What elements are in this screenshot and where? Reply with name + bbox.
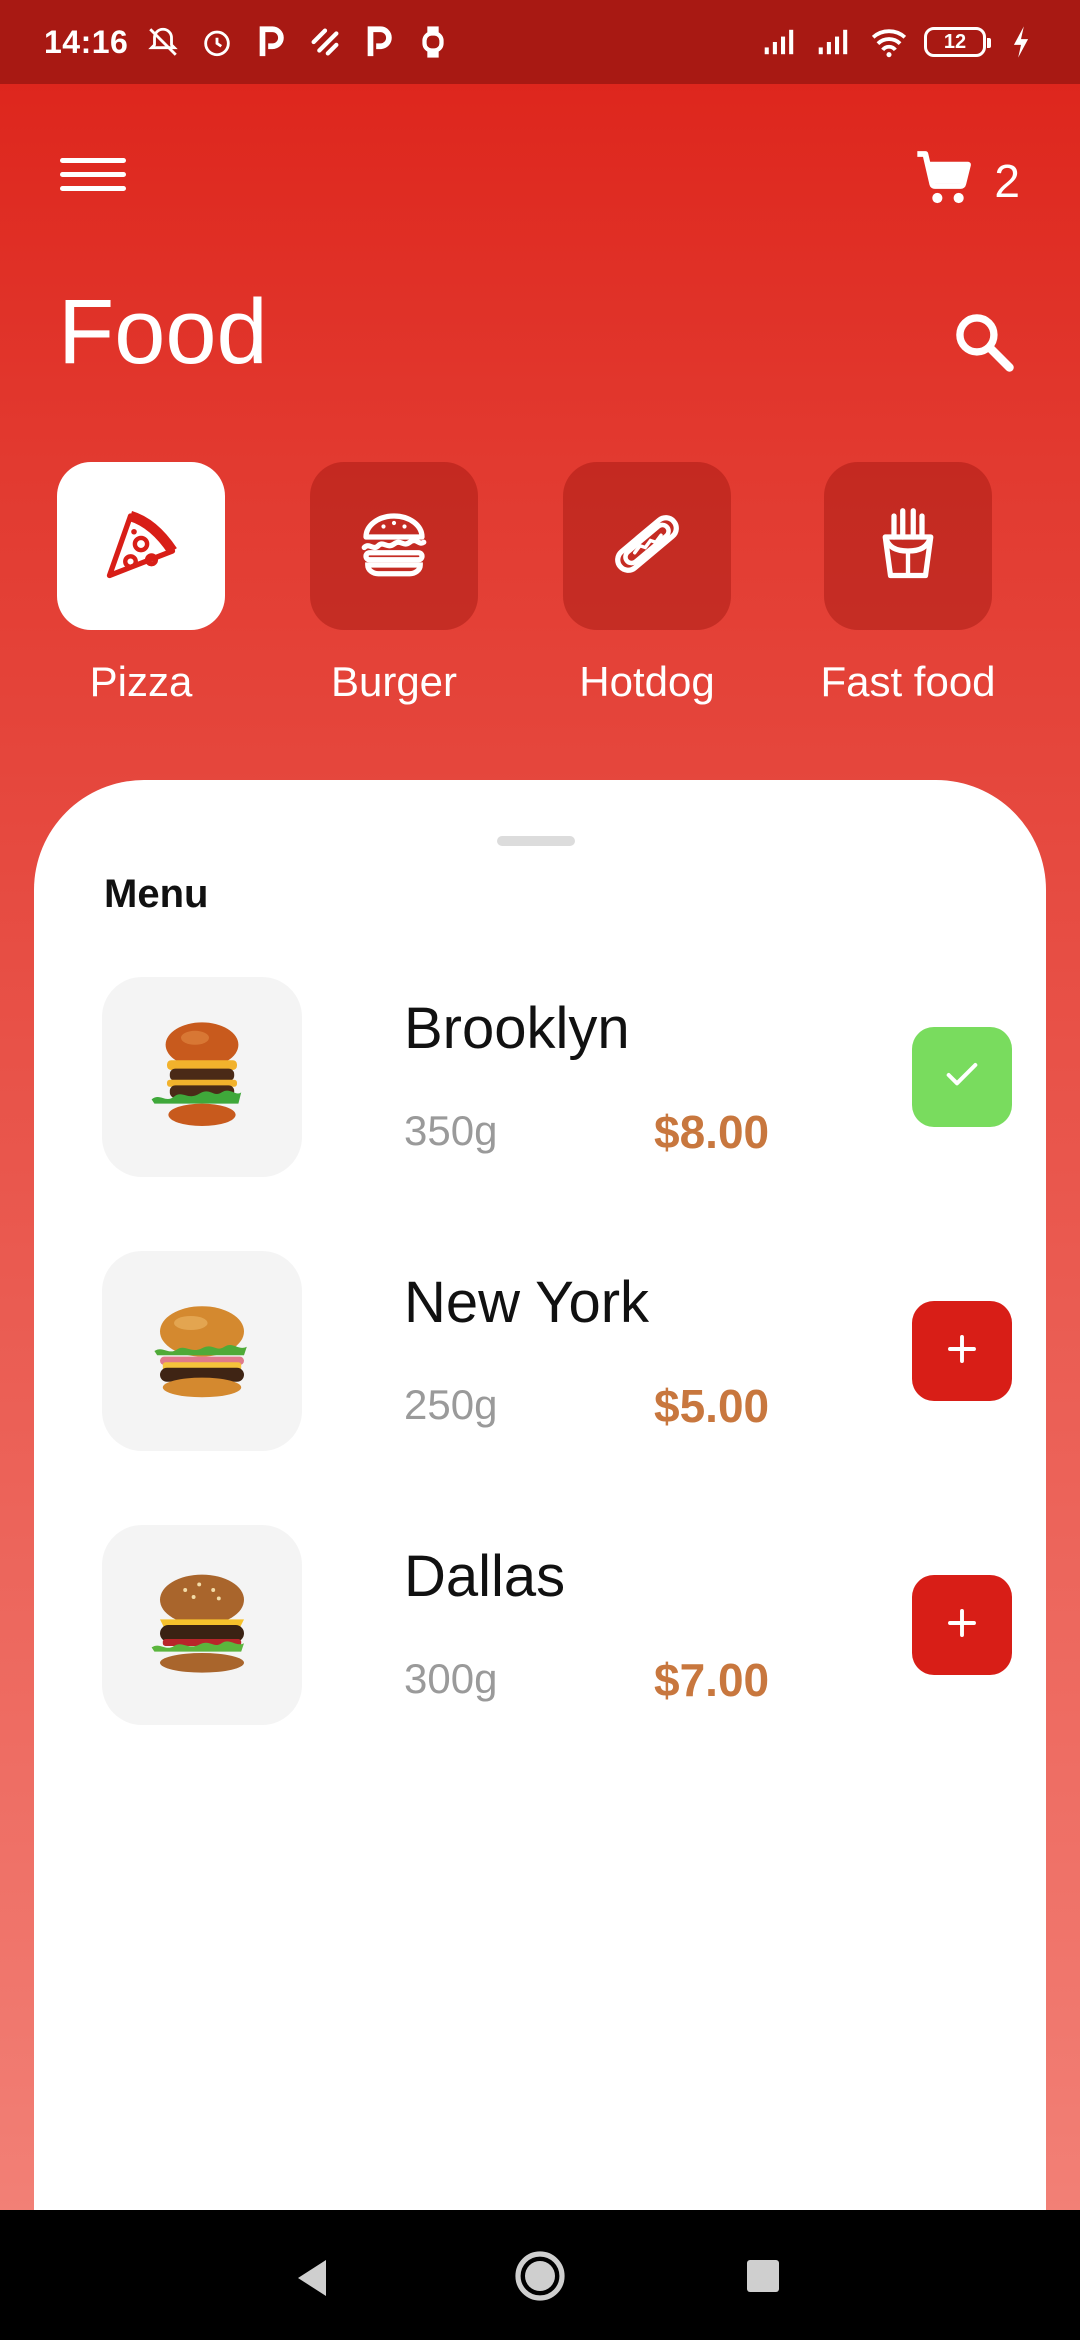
category-hotdog[interactable]: Hotdog	[547, 462, 747, 706]
item-weight: 300g	[404, 1655, 498, 1702]
system-nav-bar	[0, 2210, 1080, 2340]
menu-heading: Menu	[104, 872, 209, 916]
search-icon[interactable]	[950, 308, 1018, 376]
parking-icon	[252, 23, 290, 61]
category-label: Fast food	[820, 658, 996, 705]
item-price: $5.00	[654, 1380, 770, 1432]
category-burger[interactable]: Burger	[294, 462, 494, 706]
category-tile[interactable]	[310, 462, 478, 630]
add-button[interactable]	[912, 1575, 1012, 1675]
page-title: Food	[58, 281, 268, 383]
hotdog-icon	[605, 502, 689, 591]
recent-apps-icon[interactable]	[747, 2260, 779, 2292]
list-item[interactable]: Brooklyn 350g $8.00	[102, 977, 1022, 1177]
plus-icon	[944, 1331, 980, 1372]
category-tile[interactable]	[57, 462, 225, 630]
category-tile[interactable]	[563, 462, 731, 630]
burger-image	[102, 1251, 302, 1451]
cart-count: 2	[994, 154, 1020, 207]
mute-icon	[144, 23, 182, 61]
fries-icon	[866, 502, 950, 591]
list-item[interactable]: New York 250g $5.00	[102, 1251, 1022, 1451]
item-weight: 250g	[404, 1381, 498, 1428]
category-label: Hotdog	[579, 658, 715, 705]
check-icon	[942, 1055, 982, 1100]
added-button[interactable]	[912, 1027, 1012, 1127]
item-price: $7.00	[654, 1654, 770, 1706]
status-bar: 14:16 12	[0, 0, 1080, 84]
charging-icon	[1002, 23, 1040, 61]
battery-indicator: 12	[924, 27, 991, 57]
app-icon	[306, 23, 344, 61]
alarm-icon	[198, 23, 236, 61]
parking-icon	[360, 23, 398, 61]
category-label: Pizza	[89, 658, 193, 705]
header: Food	[0, 280, 1080, 400]
category-tile[interactable]	[824, 462, 992, 630]
category-fast-food[interactable]: Fast food	[808, 462, 1008, 706]
watch-icon	[414, 23, 452, 61]
plus-icon	[944, 1605, 980, 1646]
sheet-drag-handle[interactable]	[497, 836, 575, 846]
cart-button[interactable]: 2	[912, 146, 1020, 215]
pizza-icon	[99, 502, 183, 591]
status-time: 14:16	[44, 23, 129, 60]
back-icon[interactable]	[294, 2258, 330, 2303]
item-name: New York	[404, 1270, 650, 1335]
menu-sheet: Menu Brooklyn 350g $8.00 New York 250g $…	[34, 780, 1046, 2210]
category-label: Burger	[330, 658, 458, 705]
cart-icon	[912, 146, 976, 215]
item-weight: 350g	[404, 1107, 498, 1154]
signal-icon	[762, 23, 800, 61]
burger-image	[102, 977, 302, 1177]
category-list: Pizza Burger Hotdog Fast food	[0, 462, 1080, 722]
home-icon[interactable]	[514, 2250, 566, 2307]
burger-icon	[352, 502, 436, 591]
list-item[interactable]: Dallas 300g $7.00	[102, 1525, 1022, 1725]
item-price: $8.00	[654, 1106, 770, 1158]
add-button[interactable]	[912, 1301, 1012, 1401]
item-name: Brooklyn	[404, 996, 630, 1061]
wifi-icon	[870, 23, 908, 61]
hamburger-icon[interactable]	[60, 150, 126, 210]
category-pizza[interactable]: Pizza	[41, 462, 241, 706]
top-bar: 2	[0, 130, 1080, 230]
item-name: Dallas	[404, 1544, 566, 1609]
signal-icon	[816, 23, 854, 61]
burger-image	[102, 1525, 302, 1725]
